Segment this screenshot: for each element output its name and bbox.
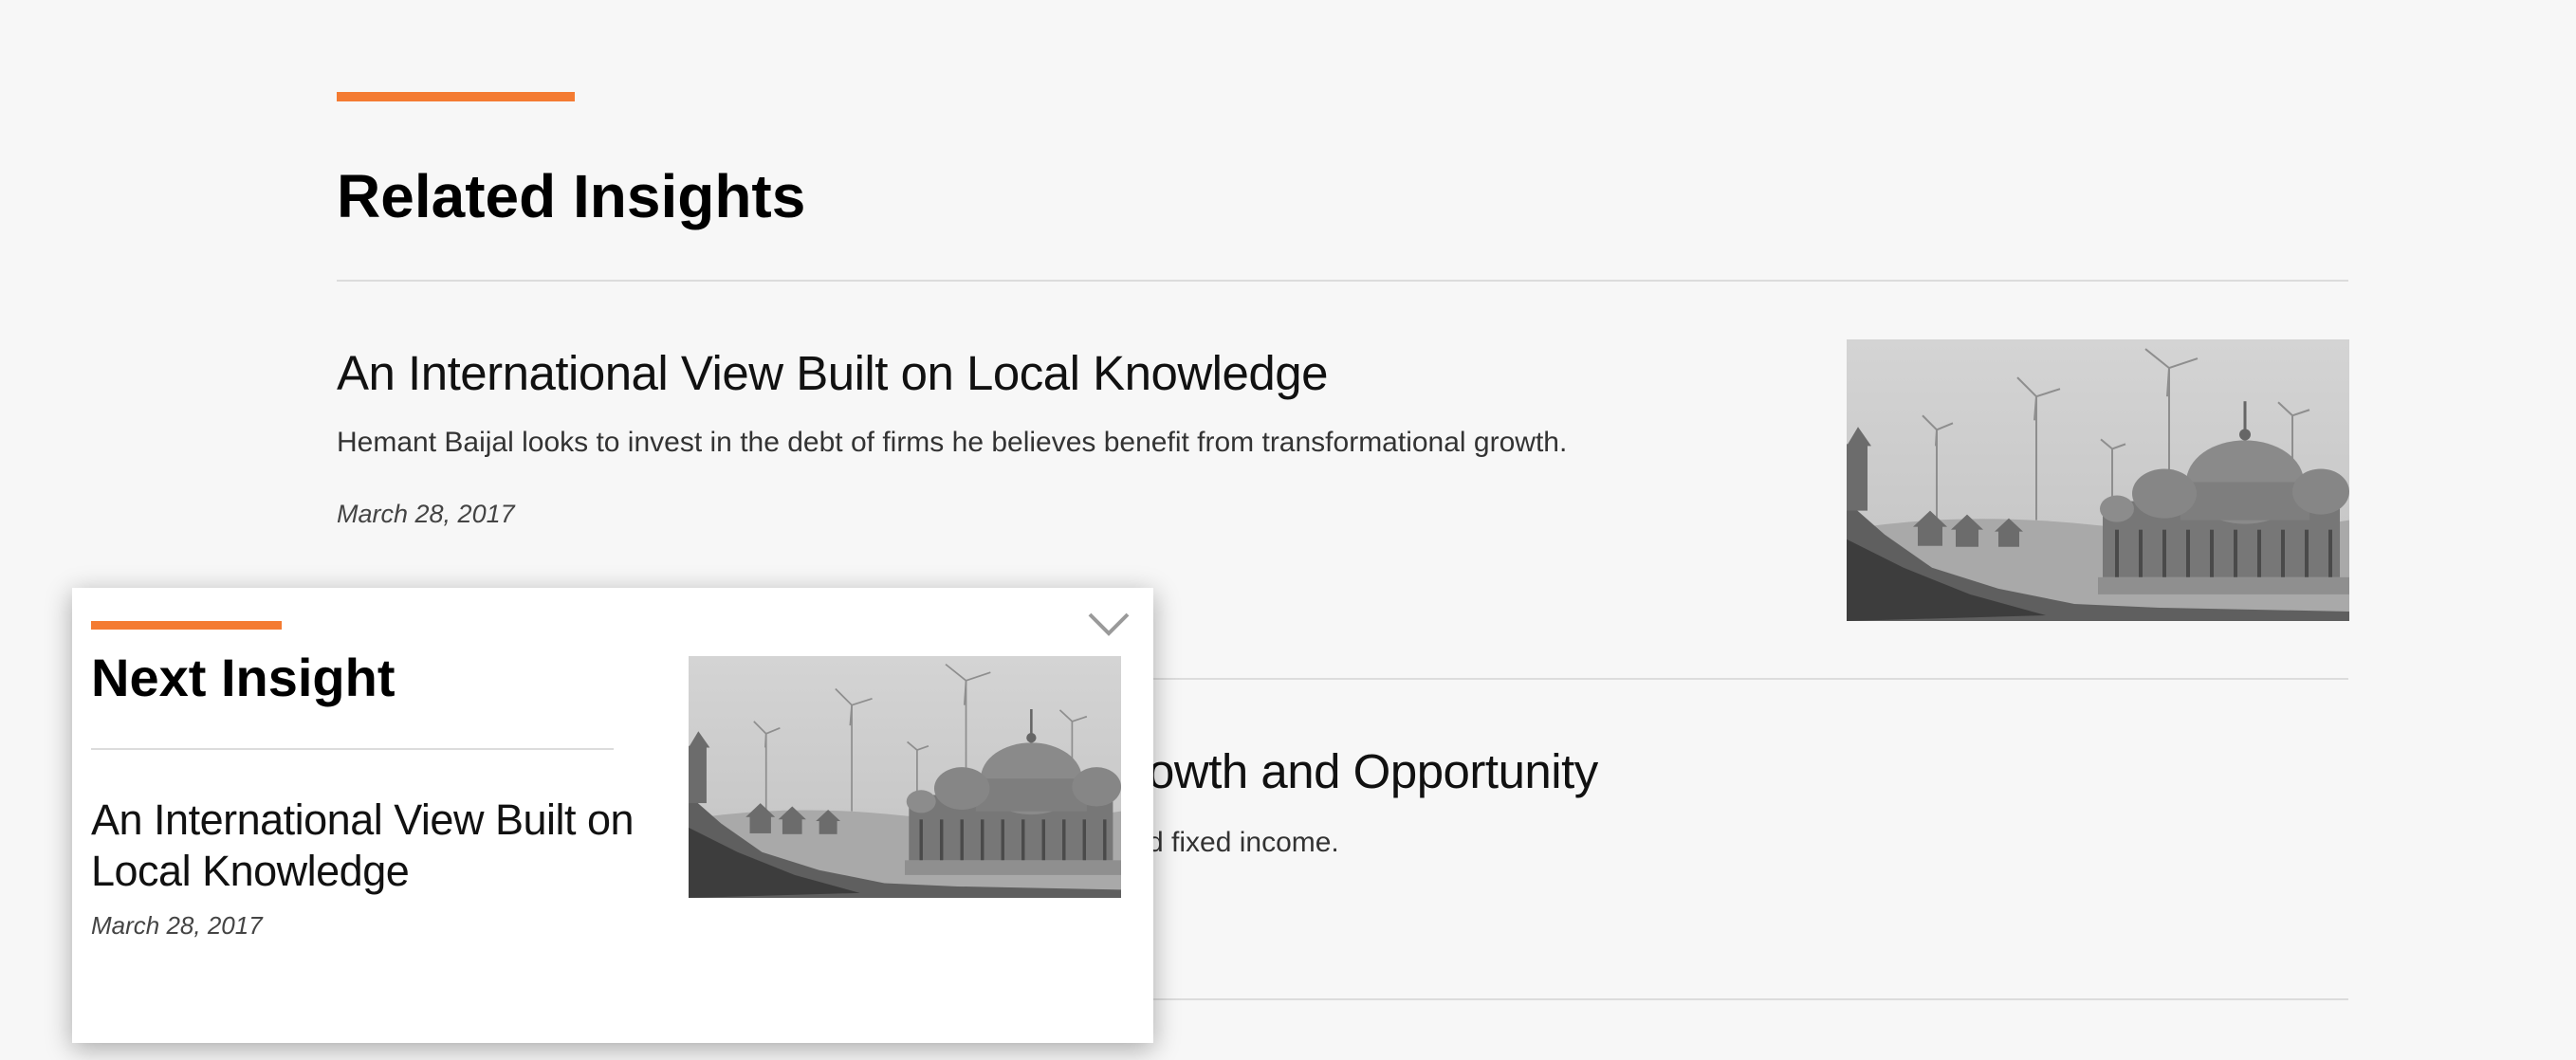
next-insight-heading: Next Insight [91,648,396,707]
chevron-down-icon[interactable] [1085,609,1132,641]
article-description: Hemant Baijal looks to invest in the deb… [337,427,1568,458]
article-title[interactable]: owth and Opportunity [1148,743,1598,799]
section-divider [337,280,2348,282]
next-insight-popup[interactable]: Next Insight An International View Built… [72,588,1153,1043]
section-title: Related Insights [337,162,806,230]
article-thumbnail[interactable] [1847,339,2349,621]
next-insight-title[interactable]: An International View Built on Local Kno… [91,795,635,897]
article-title[interactable]: An International View Built on Local Kno… [337,345,1328,401]
next-insight-accent-bar [91,621,282,630]
article-description: d fixed income. [1148,827,1339,858]
next-insight-date: March 28, 2017 [91,911,263,940]
next-insight-divider [91,748,614,750]
section-accent-bar [337,92,575,101]
next-insight-title-line: An International View Built on [91,795,635,844]
next-insight-thumbnail[interactable] [689,656,1121,898]
next-insight-title-line: Local Knowledge [91,847,410,895]
article-date: March 28, 2017 [337,500,515,528]
